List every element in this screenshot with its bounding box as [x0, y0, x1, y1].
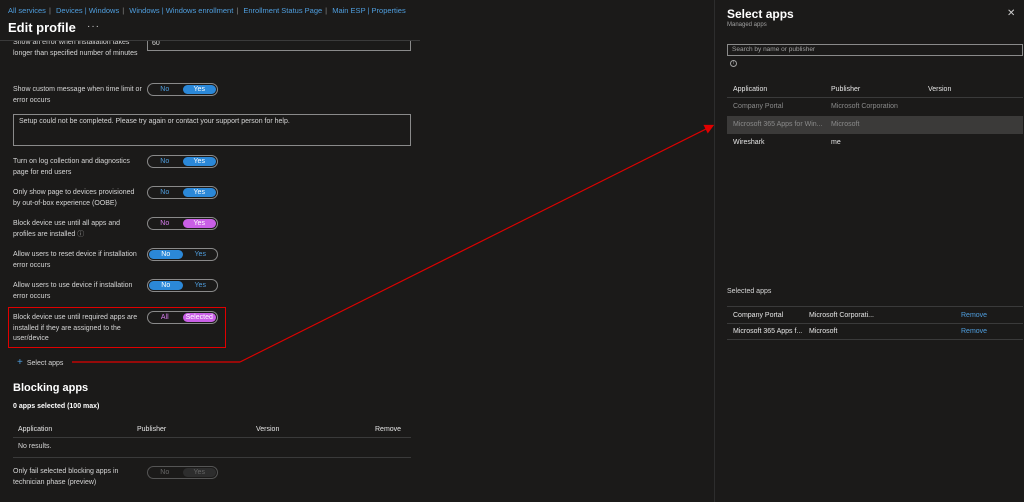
column-header-application: Application	[733, 86, 768, 93]
column-header-publisher: Publisher	[137, 426, 167, 433]
app-name: Wireshark	[733, 139, 765, 146]
breadcrumb-item[interactable]: Devices | Windows	[56, 6, 119, 15]
selected-apps-title: Selected apps	[727, 288, 772, 295]
empty-message: No results.	[18, 443, 52, 450]
toggle-yes[interactable]: Yes	[184, 249, 218, 260]
edit-profile-pane: All services | Devices | Windows | Windows…	[0, 0, 720, 502]
panel-subtitle: Managed apps	[727, 22, 767, 28]
breadcrumb-item[interactable]: Main ESP | Properties	[332, 6, 406, 15]
select-apps-link[interactable]: + Select apps	[17, 357, 63, 368]
reset-device-toggle[interactable]: No Yes	[147, 248, 218, 261]
column-header-version: Version	[256, 426, 280, 433]
close-icon[interactable]: ✕	[1007, 8, 1015, 19]
column-header-publisher: Publisher	[831, 86, 861, 93]
toggle-no[interactable]: No	[149, 281, 183, 290]
toggle-no[interactable]: No	[148, 218, 182, 229]
app-publisher: me	[831, 139, 841, 146]
divider	[727, 323, 1023, 324]
select-apps-label: Select apps	[26, 360, 64, 367]
technician-phase-toggle[interactable]: No Yes	[147, 466, 218, 479]
select-apps-panel: Select apps Managed apps ✕ Search by nam…	[714, 0, 1024, 502]
app-name: Company Portal	[733, 103, 784, 110]
use-device-toggle[interactable]: No Yes	[147, 279, 218, 292]
breadcrumb-item[interactable]: All services	[8, 6, 46, 15]
block-all-label: Block device use until all apps and prof…	[13, 219, 143, 240]
search-input[interactable]: Search by name or publisher	[727, 44, 1023, 56]
divider	[13, 437, 411, 438]
app-row[interactable]: Microsoft 365 Apps for Win... Microsoft	[727, 116, 1023, 134]
selected-app-publisher: Microsoft	[809, 328, 838, 335]
divider	[13, 457, 411, 458]
app-row[interactable]: Wireshark me	[727, 134, 1023, 152]
column-header-application: Application	[18, 426, 53, 433]
log-collection-label: Turn on log collection and diagnostics p…	[13, 158, 130, 176]
app-publisher: Microsoft Corporation	[831, 103, 898, 110]
toggle-yes[interactable]: Yes	[182, 188, 216, 197]
toggle-yes[interactable]: Yes	[182, 219, 216, 228]
app-publisher: Microsoft	[831, 121, 860, 128]
divider	[727, 306, 1023, 307]
annotation-highlight-box	[8, 307, 226, 348]
more-options-button[interactable]: ···	[87, 21, 100, 32]
toggle-yes[interactable]: Yes	[182, 157, 216, 166]
remove-button[interactable]: Remove	[961, 328, 987, 335]
selected-app-name: Company Portal	[733, 312, 784, 319]
panel-title: Select apps	[727, 7, 794, 21]
column-header-remove: Remove	[375, 426, 402, 433]
toggle-yes[interactable]: Yes	[184, 280, 218, 291]
toggle-no[interactable]: No	[148, 84, 182, 95]
log-collection-toggle[interactable]: No Yes	[147, 155, 218, 168]
breadcrumb-item[interactable]: Windows | Windows enrollment	[129, 6, 233, 15]
settings-scroll-area[interactable]: Show an error when installation takes lo…	[0, 41, 420, 502]
remove-button[interactable]: Remove	[961, 312, 987, 319]
use-device-label: Allow users to use device if installatio…	[13, 282, 133, 300]
info-icon[interactable]: i	[730, 60, 737, 67]
plus-icon: +	[17, 357, 23, 368]
toggle-yes[interactable]: Yes	[182, 85, 216, 94]
toggle-no[interactable]: No	[148, 156, 182, 167]
app-row[interactable]: Company Portal Microsoft Corporation	[727, 98, 1023, 116]
blocking-apps-title: Blocking apps	[13, 382, 89, 394]
blocking-apps-count: 0 apps selected (100 max)	[13, 403, 100, 410]
toggle-yes[interactable]: Yes	[182, 468, 216, 477]
custom-message-toggle[interactable]: No Yes	[147, 83, 218, 96]
info-icon[interactable]: ⓘ	[77, 231, 84, 238]
page-title: Edit profile	[8, 20, 76, 35]
error-timeout-label: Show an error when installation takes lo…	[13, 41, 138, 57]
custom-message-textarea[interactable]: Setup could not be completed. Please try…	[13, 114, 411, 146]
toggle-no[interactable]: No	[148, 187, 182, 198]
block-all-label-text: Block device use until all apps and prof…	[13, 220, 121, 238]
divider	[727, 339, 1023, 340]
selected-app-name: Microsoft 365 Apps f...	[733, 328, 803, 335]
selected-app-publisher: Microsoft Corporati...	[809, 312, 874, 319]
technician-phase-label: Only fail selected blocking apps in tech…	[13, 468, 119, 486]
breadcrumb-item[interactable]: Enrollment Status Page	[243, 6, 322, 15]
breadcrumb: All services | Devices | Windows | Windows…	[8, 6, 406, 15]
reset-device-label: Allow users to reset device if installat…	[13, 251, 137, 269]
toggle-no[interactable]: No	[149, 250, 183, 259]
block-all-toggle[interactable]: No Yes	[147, 217, 218, 230]
oobe-label: Only show page to devices provisioned by…	[13, 189, 135, 207]
toggle-no[interactable]: No	[148, 467, 182, 478]
oobe-toggle[interactable]: No Yes	[147, 186, 218, 199]
column-header-version: Version	[928, 86, 952, 93]
error-timeout-input[interactable]: 60	[147, 41, 411, 51]
app-name: Microsoft 365 Apps for Win...	[733, 121, 823, 128]
custom-message-label: Show custom message when time limit or e…	[13, 86, 142, 104]
